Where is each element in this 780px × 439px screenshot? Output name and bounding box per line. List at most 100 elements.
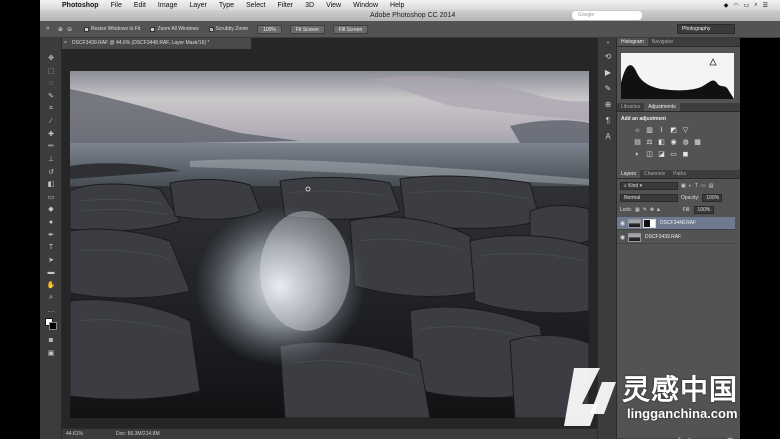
paragraph-panel-icon[interactable]: ¶	[598, 112, 618, 128]
tab-adjustments[interactable]: Adjustments	[644, 103, 680, 111]
zoom-out-icon[interactable]: ⊖	[67, 26, 72, 33]
menu-window[interactable]: Window	[347, 2, 384, 9]
history-panel-icon[interactable]: ⟲	[598, 48, 618, 64]
screen-mode-icon[interactable]: ▣	[40, 347, 62, 360]
selective-color-icon[interactable]: ◼	[681, 151, 690, 159]
exposure-icon[interactable]: ◩	[669, 127, 678, 135]
levels-icon[interactable]: ▥	[645, 127, 654, 135]
black-white-icon[interactable]: ◧	[657, 139, 666, 147]
tab-navigator[interactable]: Navigator	[648, 38, 677, 46]
tab-paths[interactable]: Paths	[669, 170, 690, 178]
eraser-tool-icon[interactable]: ◧	[40, 178, 62, 191]
menu-select[interactable]: Select	[240, 2, 271, 9]
scrubby-zoom-checkbox[interactable]: Scrubby Zoom	[208, 26, 248, 33]
toolbox-grip[interactable]	[40, 38, 61, 52]
collapse-icon[interactable]: «	[598, 38, 618, 48]
kind-filter-select[interactable]: ⌕ Kind ▾	[620, 182, 678, 190]
curves-icon[interactable]: ⌇	[657, 127, 666, 135]
shape-tool-icon[interactable]: ▬	[40, 266, 62, 279]
stamp-tool-icon[interactable]: ⊥	[40, 153, 62, 166]
layer-row[interactable]: ◉ DSCF3448.RAF	[617, 217, 735, 230]
color-balance-icon[interactable]: ⚖	[645, 139, 654, 147]
menu-type[interactable]: Type	[213, 2, 240, 9]
channel-mixer-icon[interactable]: ◍	[681, 139, 690, 147]
tab-libraries[interactable]: Libraries	[617, 103, 644, 111]
quick-select-tool-icon[interactable]: ✎	[40, 90, 62, 103]
clone-source-icon[interactable]: ⊕	[598, 96, 618, 112]
list-icon[interactable]: ☰	[763, 2, 768, 9]
brush-tool-icon[interactable]: ✏	[40, 140, 62, 153]
menu-help[interactable]: Help	[384, 2, 410, 9]
close-tab-icon[interactable]: ×	[64, 38, 67, 49]
zoom-level[interactable]: 44.61%	[66, 429, 83, 439]
background-color-swatch[interactable]	[49, 322, 57, 331]
image-canvas[interactable]	[70, 71, 589, 418]
lock-paint-icon[interactable]: ✎	[643, 207, 647, 213]
zoom-all-checkbox[interactable]: Zoom All Windows	[150, 26, 199, 32]
invert-icon[interactable]: ◐	[633, 151, 642, 159]
search-input[interactable]: Google	[572, 11, 642, 20]
visibility-eye-icon[interactable]: ◉	[617, 234, 628, 241]
menu-view[interactable]: View	[320, 2, 347, 9]
more-tools-icon[interactable]: …	[40, 304, 62, 317]
zoom-tool-icon[interactable]: ⌕	[40, 291, 62, 304]
posterize-icon[interactable]: ◫	[645, 151, 654, 159]
warning-icon[interactable]	[709, 58, 717, 66]
gradient-tool-icon[interactable]: ▭	[40, 191, 62, 204]
menu-photoshop[interactable]: Photoshop	[56, 2, 105, 9]
menu-filter[interactable]: Filter	[272, 2, 300, 9]
pen-tool-icon[interactable]: ✒	[40, 228, 62, 241]
brushes-panel-icon[interactable]: ✎	[598, 80, 618, 96]
threshold-icon[interactable]: ◪	[657, 151, 666, 159]
tab-layers[interactable]: Layers	[617, 170, 641, 178]
menu-3d[interactable]: 3D	[299, 2, 320, 9]
blend-mode-select[interactable]: Normal	[620, 194, 678, 202]
hue-saturation-icon[interactable]: ▤	[633, 139, 642, 147]
quick-mask-icon[interactable]: ◙	[40, 334, 62, 347]
hand-tool-icon[interactable]: ✋	[40, 279, 62, 292]
fill-screen-button[interactable]: Fill Screen	[332, 24, 369, 34]
menu-layer[interactable]: Layer	[183, 2, 213, 9]
tab-channels[interactable]: Channels	[640, 170, 669, 178]
layer-row[interactable]: ◉ DSCF3439.RAF	[617, 231, 735, 244]
resize-windows-checkbox[interactable]: Resize Windows to Fit	[83, 26, 140, 32]
vibrance-icon[interactable]: ▽	[681, 127, 690, 135]
battery-icon[interactable]: ▭	[744, 2, 750, 9]
photo-filter-icon[interactable]: ◉	[669, 139, 678, 147]
crop-tool-icon[interactable]: ⌗	[40, 102, 62, 115]
eyedropper-tool-icon[interactable]: ⁄	[40, 115, 62, 128]
path-select-tool-icon[interactable]: ➤	[40, 254, 62, 267]
opacity-input[interactable]: 100%	[702, 194, 723, 202]
filter-pixel-icon[interactable]: ▣	[681, 183, 686, 189]
zoom-tool-icon[interactable]: ⌕	[46, 25, 50, 33]
blur-tool-icon[interactable]: ◆	[40, 203, 62, 216]
fill-input[interactable]: 100%	[693, 206, 714, 214]
fit-screen-button[interactable]: Fit Screen	[289, 24, 325, 34]
dropbox-icon[interactable]: ◆	[724, 2, 729, 9]
lock-all-icon[interactable]: 🔒︎	[657, 207, 660, 213]
menu-file[interactable]: File	[105, 2, 128, 9]
gradient-map-icon[interactable]: ▭	[669, 151, 678, 159]
filter-shape-icon[interactable]: ▭	[701, 183, 706, 189]
wifi-icon[interactable]: ◠	[733, 2, 738, 9]
menu-image[interactable]: Image	[152, 2, 183, 9]
marquee-tool-icon[interactable]: ⬚	[40, 65, 62, 78]
tab-histogram[interactable]: Histogram	[617, 38, 648, 46]
healing-tool-icon[interactable]: ✚	[40, 128, 62, 141]
document-tab[interactable]: × DSCF3439.RAF @ 44.6% (DSCF3448.RAF, La…	[62, 38, 252, 49]
actions-panel-icon[interactable]: ▶	[598, 64, 618, 80]
zoom-100-button[interactable]: 100%	[257, 24, 282, 34]
character-panel-icon[interactable]: A	[598, 128, 618, 144]
visibility-eye-icon[interactable]: ◉	[617, 220, 628, 227]
filter-type-icon[interactable]: T	[695, 183, 698, 189]
color-lookup-icon[interactable]: ▦	[693, 139, 702, 147]
lasso-tool-icon[interactable]: ◌	[40, 77, 62, 90]
lock-pixels-icon[interactable]: ▦	[635, 207, 640, 213]
zoom-in-icon[interactable]: ⊕	[58, 26, 63, 33]
workspace-select[interactable]: Photography	[677, 24, 735, 34]
dodge-tool-icon[interactable]: ●	[40, 216, 62, 229]
layer-mask-thumbnail[interactable]	[643, 218, 656, 228]
brightness-icon[interactable]: ☼	[633, 127, 642, 135]
type-tool-icon[interactable]: T	[40, 241, 62, 254]
lock-position-icon[interactable]: ✥	[650, 207, 654, 213]
